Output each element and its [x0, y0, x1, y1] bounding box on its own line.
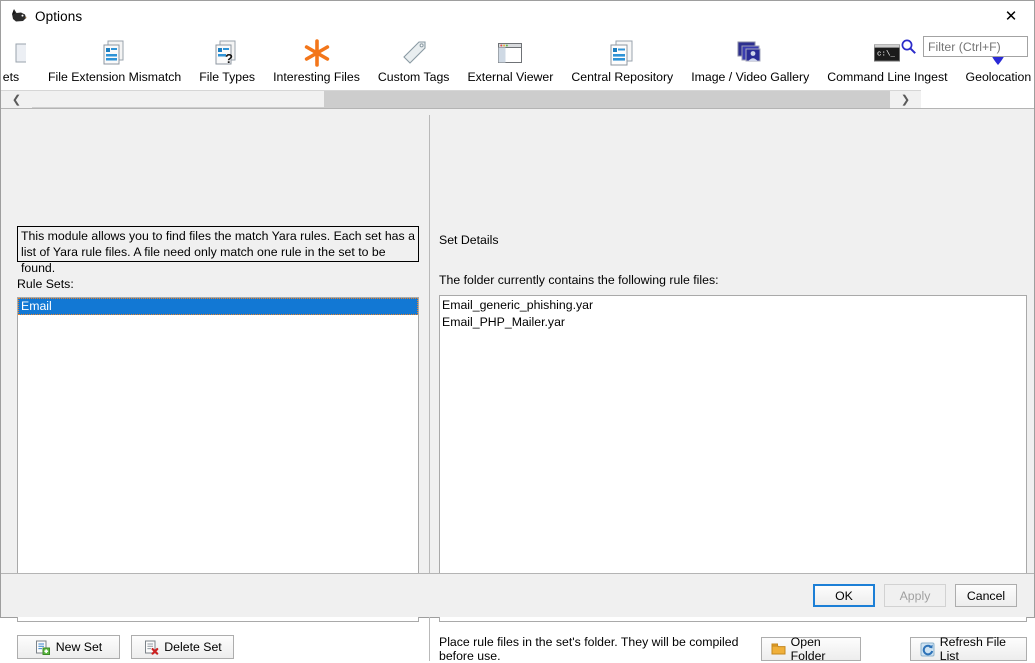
module-description: This module allows you to find files the… [17, 226, 419, 262]
place-rule-files-note: Place rule files in the set's folder. Th… [439, 635, 753, 663]
svg-text:?: ? [225, 51, 233, 66]
close-icon[interactable]: ✕ [988, 1, 1034, 31]
yara-set-details-panel: Set Details The folder currently contain… [430, 109, 1034, 617]
delete-set-label: Delete Set [164, 640, 221, 654]
list-item[interactable]: Email [18, 298, 418, 315]
dialog-footer: OK Apply Cancel [1, 573, 1034, 617]
scroll-left-arrow-icon[interactable]: ❮ [1, 91, 32, 108]
ok-button[interactable]: OK [813, 584, 875, 607]
image-video-gallery-icon [733, 36, 767, 69]
options-body: This module allows you to find files the… [1, 108, 1034, 617]
toolbar-item-label: Command Line Ingest [827, 70, 947, 84]
interesting-files-asterisk-icon [300, 36, 334, 69]
folder-icon [771, 641, 786, 657]
cancel-button[interactable]: Cancel [955, 584, 1017, 607]
toolbar-item-label: File Extension Mismatch [48, 70, 181, 84]
options-dialog: Options ✕ ets [0, 0, 1035, 618]
refresh-file-list-label: Refresh File List [940, 635, 1017, 663]
filter-input[interactable]: Filter (Ctrl+F) [923, 36, 1028, 57]
scrollbar-thumb[interactable] [324, 91, 891, 108]
list-item[interactable]: Email_generic_phishing.yar [442, 297, 1026, 314]
svg-text:c:\_: c:\_ [877, 50, 896, 58]
toolbar-item-custom-tags[interactable]: Custom Tags [371, 33, 457, 88]
rule-sets-label: Rule Sets: [17, 277, 74, 291]
new-document-plus-icon [35, 639, 51, 655]
toolbar-item-label: Image / Video Gallery [691, 70, 809, 84]
scroll-right-arrow-icon[interactable]: ❯ [890, 91, 921, 108]
toolbar-item-image-video-gallery[interactable]: Image / Video Gallery [684, 33, 816, 88]
toolbar-item-label: Interesting Files [273, 70, 360, 84]
toolbar-item-label: Geolocation [966, 70, 1032, 84]
toolbar-item-file-extension-mismatch[interactable]: File Extension Mismatch [41, 33, 188, 88]
scroll-filler [921, 90, 1034, 108]
toolbar-scroll-row: ❮ ❯ [1, 90, 1034, 108]
apply-button: Apply [884, 584, 946, 607]
delete-document-x-icon [143, 639, 159, 655]
new-set-label: New Set [56, 640, 102, 654]
yara-rule-sets-left-panel: This module allows you to find files the… [1, 109, 429, 617]
toolbar-item-external-viewer[interactable]: External Viewer [460, 33, 560, 88]
set-details-title: Set Details [439, 233, 498, 247]
delete-set-button[interactable]: Delete Set [131, 635, 234, 659]
tag-icon [397, 36, 431, 69]
open-folder-button[interactable]: Open Folder [761, 637, 861, 661]
search-icon[interactable] [900, 38, 917, 55]
new-set-button[interactable]: New Set [17, 635, 120, 659]
open-folder-label: Open Folder [791, 635, 851, 663]
toolbar-item-label: External Viewer [467, 70, 553, 84]
toolbar-item-interesting-files[interactable]: Interesting Files [266, 33, 367, 88]
refresh-file-list-button[interactable]: Refresh File List [910, 637, 1027, 661]
toolbar-item-file-types[interactable]: ? File Types [192, 33, 262, 88]
file-types-icon: ? [210, 36, 244, 69]
toolbar-item-keyword-sets[interactable]: ets [1, 33, 37, 88]
toolbar-item-label: File Types [199, 70, 255, 84]
toolbar-horizontal-scrollbar[interactable]: ❮ ❯ [1, 90, 921, 108]
toolbar-filter-area: Filter (Ctrl+F) [900, 36, 1028, 57]
external-viewer-window-icon [493, 36, 527, 69]
toolbar-item-label: Central Repository [571, 70, 673, 84]
keyword-sets-icon [1, 36, 28, 69]
toolbar-item-central-repository[interactable]: Central Repository [564, 33, 680, 88]
toolbar-item-label: Custom Tags [378, 70, 450, 84]
refresh-icon [920, 641, 935, 657]
window-title: Options [35, 9, 82, 24]
rule-set-actions: New Set [17, 635, 234, 659]
toolbar-item-label: ets [3, 70, 19, 84]
set-details-actions: Place rule files in the set's folder. Th… [439, 635, 1027, 663]
category-toolbar: ets File Extension Mismatch [1, 31, 1034, 90]
list-item[interactable]: Email_PHP_Mailer.yar [442, 314, 1026, 331]
category-toolbar-items: ets File Extension Mismatch [1, 31, 1034, 90]
file-extension-mismatch-icon [98, 36, 132, 69]
folder-contents-note: The folder currently contains the follow… [439, 273, 719, 287]
central-repository-icon [605, 36, 639, 69]
autopsy-dog-icon [10, 7, 28, 25]
title-bar: Options ✕ [1, 1, 1034, 31]
